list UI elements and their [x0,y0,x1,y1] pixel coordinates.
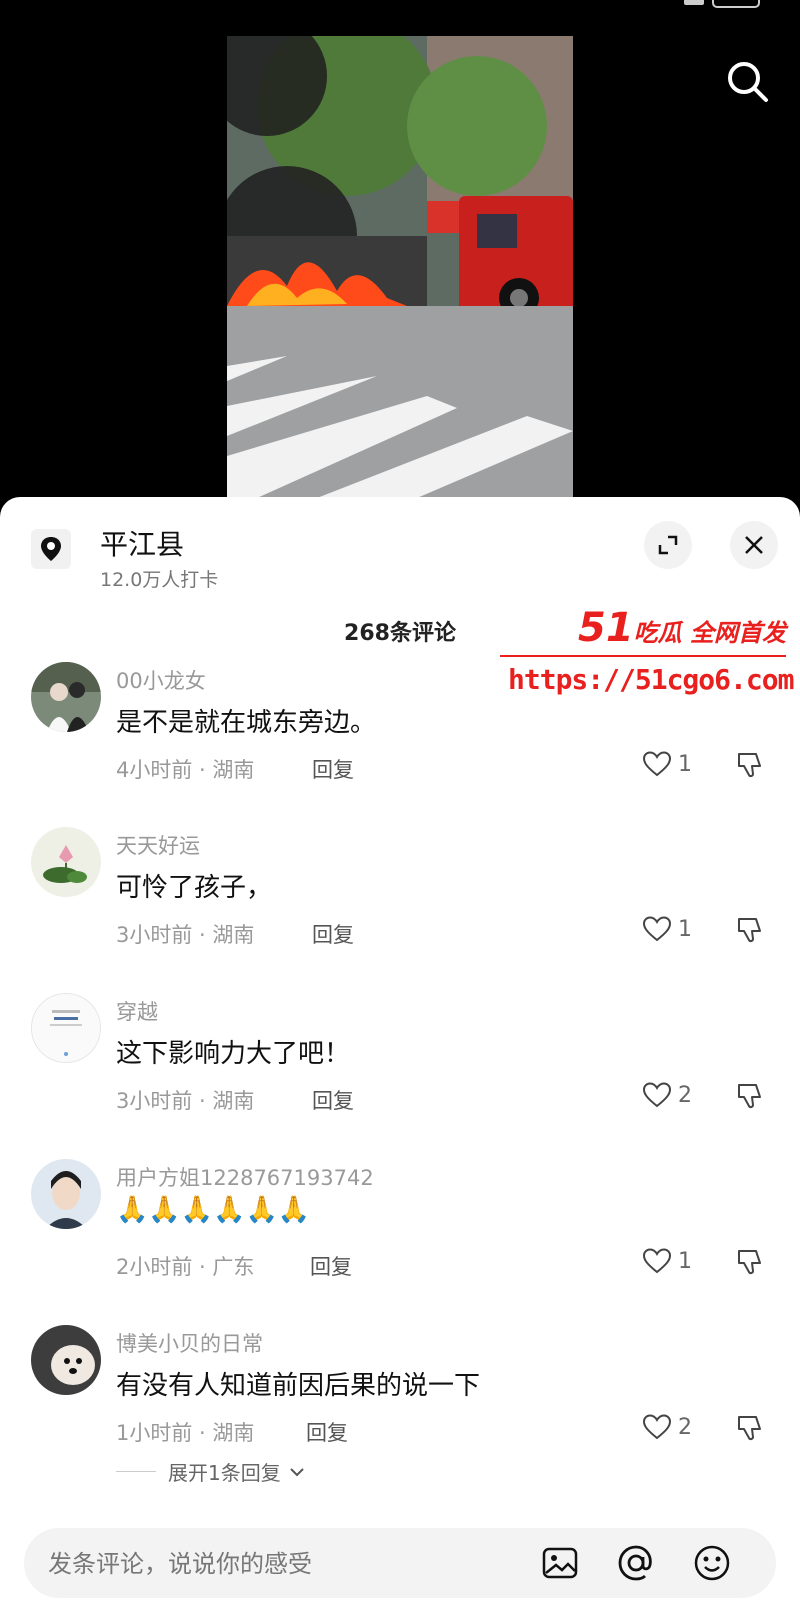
thumbs-down-icon [738,918,761,943]
like-count: 1 [678,1248,692,1274]
heart-icon [642,751,672,777]
comment-username[interactable]: 天天好运 [116,830,200,860]
heart-icon [642,1414,672,1440]
dislike-button[interactable] [734,915,764,949]
comment-item: 天天好运 可怜了孩子， 3小时前 · 湖南 回复 1 [0,827,800,987]
comment-input-bar [24,1528,776,1600]
video-frame [227,36,573,498]
thumbs-down-icon [738,1250,761,1275]
comment-text: 🙏🙏🙏🙏🙏🙏 [116,1195,311,1225]
avatar[interactable] [31,1159,101,1229]
reply-button[interactable]: 回复 [312,754,354,784]
watermark-brand: 51吃瓜 全网首发 [578,605,787,651]
dislike-button[interactable] [734,1413,764,1447]
comment-username[interactable]: 博美小贝的日常 [116,1328,263,1358]
expand-icon [658,535,678,555]
avatar[interactable] [31,662,101,732]
avatar[interactable] [31,1325,101,1395]
video-player[interactable] [227,36,573,498]
battery-icon [712,0,760,8]
avatar[interactable] [31,827,101,897]
comment-username[interactable]: 用户方姐1228767193742 [116,1162,374,1192]
comment-username[interactable]: 穿越 [116,996,158,1026]
search-button[interactable] [722,56,774,108]
like-count: 1 [678,916,692,942]
like-button[interactable]: 2 [642,1081,692,1109]
location-pin-icon [31,529,71,569]
comment-item: 用户方姐1228767193742 🙏🙏🙏🙏🙏🙏 2小时前 · 广东 回复 1 [0,1159,800,1319]
divider [116,1471,156,1472]
comment-text: 有没有人知道前因后果的说一下 [116,1371,481,1401]
comments-sheet: 平江县 12.0万人打卡 268条评论 51吃瓜 全网首发 https://51… [0,497,800,1609]
reply-button[interactable]: 回复 [312,1085,354,1115]
watermark-line [500,655,786,657]
expand-button[interactable] [644,521,692,569]
status-bar [0,0,800,36]
thumbs-down-icon [738,1416,761,1441]
reply-button[interactable]: 回复 [312,919,354,949]
comment-meta: 2小时前 · 广东 [116,1255,255,1279]
thumbs-down-icon [738,1084,761,1109]
search-icon [728,62,768,102]
expand-replies-label: 展开1条回复 [168,1461,281,1485]
like-button[interactable]: 1 [642,750,692,778]
like-button[interactable]: 1 [642,1247,692,1275]
like-count: 2 [678,1082,692,1108]
thumbs-down-icon [738,753,761,778]
heart-icon [642,916,672,942]
like-button[interactable]: 1 [642,915,692,943]
comment-meta: 3小时前 · 湖南 [116,1089,255,1113]
dislike-button[interactable] [734,1081,764,1115]
avatar[interactable] [31,993,101,1063]
comment-text: 可怜了孩子， [116,873,273,903]
comment-item: 00小龙女 是不是就在城东旁边。 4小时前 · 湖南 回复 1 [0,662,800,822]
heart-icon [642,1248,672,1274]
emoji-icon[interactable] [692,1543,732,1583]
comment-item: 穿越 这下影响力大了吧！ 3小时前 · 湖南 回复 2 [0,993,800,1153]
comment-text: 是不是就在城东旁边。 [116,708,377,738]
chevron-down-icon [290,1467,304,1476]
dislike-button[interactable] [734,1247,764,1281]
reply-button[interactable]: 回复 [310,1251,352,1281]
comment-meta: 1小时前 · 湖南 [116,1421,255,1445]
like-button[interactable]: 2 [642,1413,692,1441]
heart-icon [642,1082,672,1108]
reply-button[interactable]: 回复 [306,1417,348,1447]
comment-text: 这下影响力大了吧！ [116,1039,351,1069]
status-icons [684,0,760,8]
location-checkins: 12.0万人打卡 [100,569,219,591]
like-count: 2 [678,1414,692,1440]
close-icon [745,536,763,554]
signal-icon [684,0,704,5]
comment-meta: 3小时前 · 湖南 [116,923,255,947]
dislike-button[interactable] [734,750,764,784]
image-icon[interactable] [540,1543,580,1583]
like-count: 1 [678,751,692,777]
at-icon[interactable] [616,1543,656,1583]
comment-input[interactable] [46,1528,530,1600]
location-title[interactable]: 平江县 [100,523,184,563]
expand-replies-button[interactable]: 展开1条回复 [116,1457,307,1486]
comment-meta: 4小时前 · 湖南 [116,758,255,782]
comment-username[interactable]: 00小龙女 [116,665,206,695]
close-button[interactable] [730,521,778,569]
